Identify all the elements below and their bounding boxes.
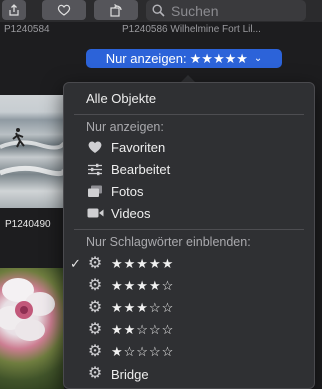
surfer-figure xyxy=(0,128,64,177)
sliders-icon xyxy=(86,163,104,176)
show-only-filter-button[interactable]: Nur anzeigen: ★★★★★ ⌄ xyxy=(86,49,282,68)
keywords-header: Nur Schlagwörter einblenden: xyxy=(86,235,251,249)
menu-item-label: ★★★★☆ xyxy=(111,278,175,293)
menu-item-photos[interactable]: Fotos xyxy=(64,180,314,202)
gear-icon: ⚙ xyxy=(87,277,103,294)
filter-label: Nur anzeigen: xyxy=(105,51,187,66)
flower-shape xyxy=(0,278,55,341)
surfer-photo-thumbnail[interactable] xyxy=(0,95,64,208)
menu-item-label: Bridge xyxy=(111,366,149,382)
photos-icon xyxy=(86,185,104,198)
filter-popover-menu: Alle Objekte Nur anzeigen: Favoriten Bea… xyxy=(63,82,315,389)
share-icon xyxy=(9,4,19,16)
menu-item-keyword-2-stars[interactable]: ⚙ ★★☆☆☆ xyxy=(64,319,314,341)
video-icon xyxy=(86,207,104,219)
rotate-button[interactable] xyxy=(94,0,138,20)
gear-icon: ⚙ xyxy=(87,321,103,338)
menu-item-label: Bearbeitet xyxy=(111,161,171,177)
gear-icon: ⚙ xyxy=(87,343,103,360)
heart-outline-icon xyxy=(57,4,71,16)
menu-item-keyword-1-star[interactable]: ⚙ ★☆☆☆☆ xyxy=(64,341,314,363)
menu-item-keyword-3-stars[interactable]: ⚙ ★★★☆☆ xyxy=(64,297,314,319)
gear-icon: ⚙ xyxy=(87,299,103,316)
favorite-button[interactable] xyxy=(42,0,86,20)
photo-title-left: P1240584 xyxy=(4,24,50,35)
menu-item-label: ★★☆☆☆ xyxy=(111,322,175,337)
share-button[interactable] xyxy=(2,0,26,20)
toolbar: Suchen xyxy=(0,0,322,22)
menu-item-keyword-4-stars[interactable]: ⚙ ★★★★☆ xyxy=(64,275,314,297)
menu-separator xyxy=(74,114,304,115)
filter-rating-stars: ★★★★★ xyxy=(189,50,248,66)
search-placeholder: Suchen xyxy=(171,2,219,19)
menu-item-all-objects[interactable]: Alle Objekte xyxy=(64,87,314,109)
menu-item-label: Favoriten xyxy=(111,139,166,155)
rotate-icon xyxy=(110,4,122,17)
menu-item-label: Videos xyxy=(111,205,151,221)
menu-item-label: Fotos xyxy=(111,183,144,199)
menu-item-keyword-5-stars[interactable]: ✓ ⚙ ★★★★★ xyxy=(64,253,314,275)
search-field[interactable]: Suchen xyxy=(146,0,306,21)
gear-icon: ⚙ xyxy=(87,255,103,272)
gear-icon: ⚙ xyxy=(87,365,103,382)
photo-caption: P1240490 xyxy=(5,219,51,230)
menu-item-videos[interactable]: Videos xyxy=(64,202,314,224)
menu-separator xyxy=(74,229,304,230)
menu-item-label: ★☆☆☆☆ xyxy=(111,344,175,359)
photo-title-right: P1240586 Wilhelmine Fort Lil... xyxy=(122,24,261,35)
chevron-down-icon: ⌄ xyxy=(253,53,263,64)
menu-item-keyword-bridge[interactable]: ⚙ Bridge xyxy=(64,363,314,385)
menu-item-label: ★★★☆☆ xyxy=(111,300,175,315)
menu-item-label: Alle Objekte xyxy=(86,90,157,106)
menu-item-label: ★★★★★ xyxy=(111,256,175,271)
checkmark-icon: ✓ xyxy=(70,256,81,271)
search-icon xyxy=(152,4,165,17)
menu-item-edited[interactable]: Bearbeitet xyxy=(64,158,314,180)
heart-icon xyxy=(86,140,104,154)
flower-photo-thumbnail[interactable] xyxy=(0,268,64,389)
menu-item-favorites[interactable]: Favoriten xyxy=(64,136,314,158)
show-only-header: Nur anzeigen: xyxy=(86,120,164,134)
